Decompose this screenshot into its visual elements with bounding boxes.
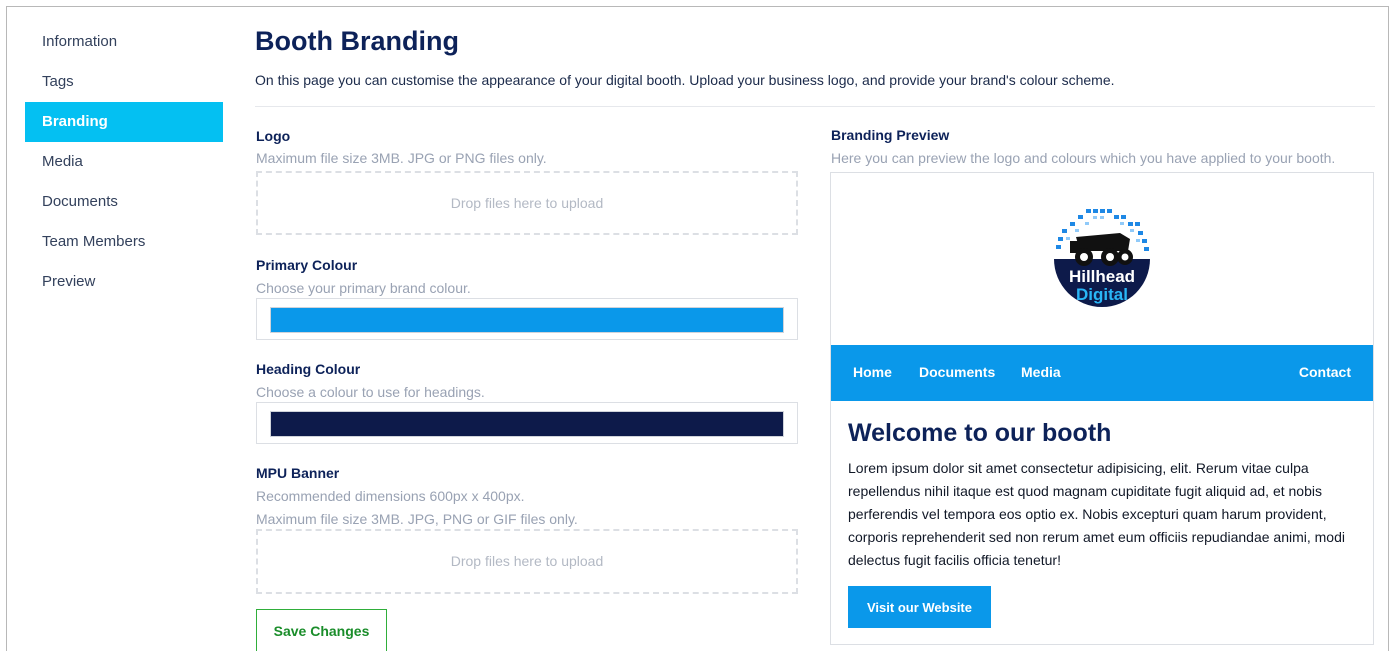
visit-website-button[interactable]: Visit our Website — [848, 586, 991, 628]
preview-nav-home[interactable]: Home — [853, 364, 892, 380]
sidebar-nav: Information Tags Branding Media Document… — [25, 22, 223, 302]
preview-body-text: Lorem ipsum dolor sit amet consectetur a… — [848, 460, 1345, 568]
sidebar-item-tags[interactable]: Tags — [25, 62, 223, 102]
mpu-banner-hint-dimensions: Recommended dimensions 600px x 400px. — [256, 488, 525, 504]
preview-heading: Welcome to our booth — [848, 419, 1112, 447]
heading-colour-swatch — [270, 411, 784, 437]
branding-preview-label: Branding Preview — [831, 127, 950, 143]
primary-colour-label: Primary Colour — [256, 257, 358, 273]
preview-nav-contact[interactable]: Contact — [1299, 364, 1351, 380]
logo-dropzone[interactable]: Drop files here to upload — [256, 171, 798, 235]
page-description: On this page you can customise the appea… — [255, 72, 1115, 88]
primary-colour-hint: Choose your primary brand colour. — [256, 280, 471, 296]
sidebar-item-media[interactable]: Media — [25, 142, 223, 182]
mpu-banner-dropzone-text: Drop files here to upload — [450, 553, 604, 569]
preview-nav-documents[interactable]: Documents — [919, 364, 995, 380]
primary-colour-swatch — [270, 307, 784, 333]
sidebar-item-documents[interactable]: Documents — [25, 182, 223, 222]
logo-text-hillhead: Hillhead — [1069, 267, 1135, 286]
logo-text-digital: Digital — [1076, 285, 1128, 304]
logo-hint: Maximum file size 3MB. JPG or PNG files … — [256, 150, 547, 166]
hillhead-digital-logo: Hillhead Digital — [1054, 209, 1150, 307]
sidebar-item-team-members[interactable]: Team Members — [25, 222, 223, 262]
branding-preview-card: Hillhead Digital Home Documents Media Co… — [830, 172, 1374, 645]
logo-label: Logo — [256, 128, 291, 144]
mpu-banner-label: MPU Banner — [256, 465, 340, 481]
preview-nav-media[interactable]: Media — [1021, 364, 1061, 380]
logo-dropzone-text: Drop files here to upload — [450, 195, 604, 211]
mpu-banner-hint-size: Maximum file size 3MB. JPG, PNG or GIF f… — [256, 511, 578, 527]
primary-colour-picker[interactable] — [256, 298, 798, 340]
heading-colour-picker[interactable] — [256, 402, 798, 444]
sidebar-item-branding[interactable]: Branding — [25, 102, 223, 142]
sidebar-item-information[interactable]: Information — [25, 22, 223, 62]
save-button[interactable]: Save Changes — [256, 609, 387, 651]
divider — [255, 106, 1375, 107]
heading-colour-label: Heading Colour — [256, 361, 361, 377]
sidebar-item-preview[interactable]: Preview — [25, 262, 223, 302]
mpu-banner-dropzone[interactable]: Drop files here to upload — [256, 529, 798, 594]
heading-colour-hint: Choose a colour to use for headings. — [256, 384, 485, 400]
branding-preview-hint: Here you can preview the logo and colour… — [831, 150, 1336, 166]
preview-nav-bar: Home Documents Media Contact — [831, 345, 1373, 401]
page-title: Booth Branding — [255, 26, 459, 56]
